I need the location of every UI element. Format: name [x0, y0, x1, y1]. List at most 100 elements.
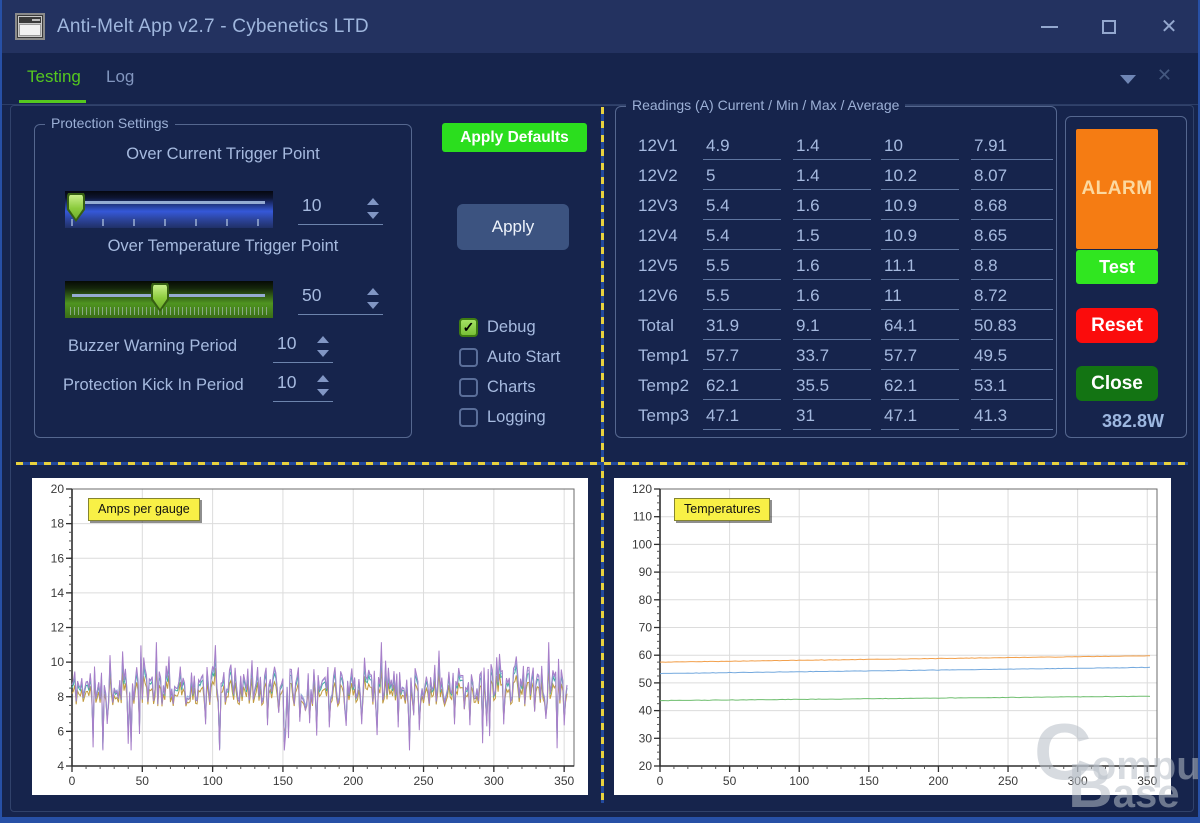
reading-value-field[interactable]: 10	[881, 136, 959, 160]
spin-down-icon[interactable]	[367, 302, 379, 309]
reading-value-field[interactable]: 57.7	[881, 346, 959, 370]
minimize-icon[interactable]	[1034, 12, 1064, 42]
reading-value-field[interactable]: 4.9	[703, 136, 781, 160]
over-current-spinbox[interactable]: 10	[298, 195, 383, 225]
tab-testing[interactable]: Testing	[27, 53, 81, 100]
reading-value-field[interactable]: 5.4	[703, 226, 781, 250]
reading-value-field[interactable]: 5.5	[703, 256, 781, 280]
reading-value-field[interactable]: 33.7	[793, 346, 871, 370]
reading-value-field[interactable]: 11	[881, 286, 959, 310]
over-current-value[interactable]: 10	[298, 195, 367, 216]
spin-up-icon[interactable]	[367, 288, 379, 295]
reading-value-field[interactable]: 31.9	[703, 316, 781, 340]
reading-value-field[interactable]: 1.4	[793, 136, 871, 160]
over-temp-slider[interactable]	[65, 281, 273, 318]
svg-text:40: 40	[639, 704, 653, 718]
spin-up-icon[interactable]	[317, 375, 329, 382]
reading-value-field[interactable]: 10.9	[881, 226, 959, 250]
readings-row-12V5: 12V55.51.611.18.8	[616, 253, 1056, 283]
checkbox-label: Auto Start	[487, 348, 560, 367]
svg-text:200: 200	[928, 774, 948, 788]
test-button[interactable]: Test	[1076, 250, 1158, 284]
reading-value-field[interactable]: 35.5	[793, 376, 871, 400]
over-current-label: Over Current Trigger Point	[35, 145, 411, 164]
reading-label: Temp2	[638, 376, 689, 396]
active-tab-indicator	[19, 100, 86, 103]
reading-label: Total	[638, 316, 674, 336]
checkbox-logging[interactable]: Logging	[459, 402, 560, 432]
reading-value-field[interactable]: 8.8	[971, 256, 1053, 280]
reading-value-field[interactable]: 11.1	[881, 256, 959, 280]
app-window-icon	[15, 13, 45, 40]
reading-value-field[interactable]: 10.2	[881, 166, 959, 190]
apply-defaults-button[interactable]: Apply Defaults	[442, 123, 587, 152]
spin-up-icon[interactable]	[317, 336, 329, 343]
over-current-slider-handle[interactable]	[67, 193, 85, 222]
reading-value-field[interactable]: 62.1	[703, 376, 781, 400]
checkbox-unchecked-icon[interactable]	[459, 348, 478, 367]
over-current-slider[interactable]	[65, 191, 273, 228]
spin-up-icon[interactable]	[367, 198, 379, 205]
readings-legend: Readings (A) Current / Min / Max / Avera…	[626, 97, 905, 113]
spin-down-icon[interactable]	[367, 212, 379, 219]
close-button[interactable]: Close	[1076, 366, 1158, 401]
vertical-splitter[interactable]	[601, 107, 604, 803]
reading-value-field[interactable]: 1.4	[793, 166, 871, 190]
reading-value-field[interactable]: 8.07	[971, 166, 1053, 190]
spin-down-icon[interactable]	[317, 350, 329, 357]
kickin-period-spinbox[interactable]: 10	[273, 372, 333, 402]
reading-label: 12V6	[638, 286, 678, 306]
svg-text:18: 18	[51, 517, 65, 531]
readings-row-12V4: 12V45.41.510.98.65	[616, 223, 1056, 253]
reading-value-field[interactable]: 5.4	[703, 196, 781, 220]
checkbox-debug[interactable]: ✓Debug	[459, 312, 560, 342]
kickin-period-value[interactable]: 10	[273, 372, 317, 393]
maximize-icon[interactable]	[1094, 12, 1124, 42]
reading-value-field[interactable]: 1.6	[793, 196, 871, 220]
tab-log[interactable]: Log	[106, 53, 134, 100]
svg-text:250: 250	[998, 774, 1018, 788]
reading-value-field[interactable]: 62.1	[881, 376, 959, 400]
spin-down-icon[interactable]	[317, 389, 329, 396]
tab-list-caret-icon[interactable]	[1120, 75, 1136, 84]
checkbox-charts[interactable]: Charts	[459, 372, 560, 402]
checkbox-unchecked-icon[interactable]	[459, 408, 478, 427]
tab-close-icon[interactable]: ✕	[1157, 65, 1172, 86]
over-temp-value[interactable]: 50	[298, 285, 367, 306]
reading-value-field[interactable]: 8.72	[971, 286, 1053, 310]
checkbox-unchecked-icon[interactable]	[459, 378, 478, 397]
reading-value-field[interactable]: 9.1	[793, 316, 871, 340]
reset-button[interactable]: Reset	[1076, 308, 1158, 343]
svg-text:8: 8	[57, 690, 64, 704]
buzzer-period-spinbox[interactable]: 10	[273, 333, 333, 363]
reading-value-field[interactable]: 7.91	[971, 136, 1053, 160]
checkbox-checked-icon[interactable]: ✓	[459, 318, 478, 337]
reading-value-field[interactable]: 1.5	[793, 226, 871, 250]
reading-value-field[interactable]: 8.65	[971, 226, 1053, 250]
reading-value-field[interactable]: 49.5	[971, 346, 1053, 370]
reading-value-field[interactable]: 57.7	[703, 346, 781, 370]
over-temp-spinbox[interactable]: 50	[298, 285, 383, 315]
buzzer-period-value[interactable]: 10	[273, 333, 317, 354]
reading-value-field[interactable]: 64.1	[881, 316, 959, 340]
alarm-group: ALARM Test Reset Close 382.8W	[1065, 116, 1187, 438]
reading-value-field[interactable]: 47.1	[881, 406, 959, 430]
reading-value-field[interactable]: 53.1	[971, 376, 1053, 400]
reading-value-field[interactable]: 1.6	[793, 256, 871, 280]
svg-text:6: 6	[57, 724, 64, 738]
svg-text:120: 120	[632, 482, 652, 496]
reading-value-field[interactable]: 10.9	[881, 196, 959, 220]
reading-value-field[interactable]: 47.1	[703, 406, 781, 430]
reading-value-field[interactable]: 31	[793, 406, 871, 430]
horizontal-splitter[interactable]	[16, 462, 1188, 465]
reading-value-field[interactable]: 5	[703, 166, 781, 190]
apply-button[interactable]: Apply	[457, 204, 569, 250]
svg-text:20: 20	[51, 482, 65, 496]
reading-value-field[interactable]: 1.6	[793, 286, 871, 310]
reading-value-field[interactable]: 41.3	[971, 406, 1053, 430]
close-icon[interactable]: ✕	[1154, 12, 1184, 42]
reading-value-field[interactable]: 8.68	[971, 196, 1053, 220]
reading-value-field[interactable]: 5.5	[703, 286, 781, 310]
reading-value-field[interactable]: 50.83	[971, 316, 1053, 340]
checkbox-auto-start[interactable]: Auto Start	[459, 342, 560, 372]
